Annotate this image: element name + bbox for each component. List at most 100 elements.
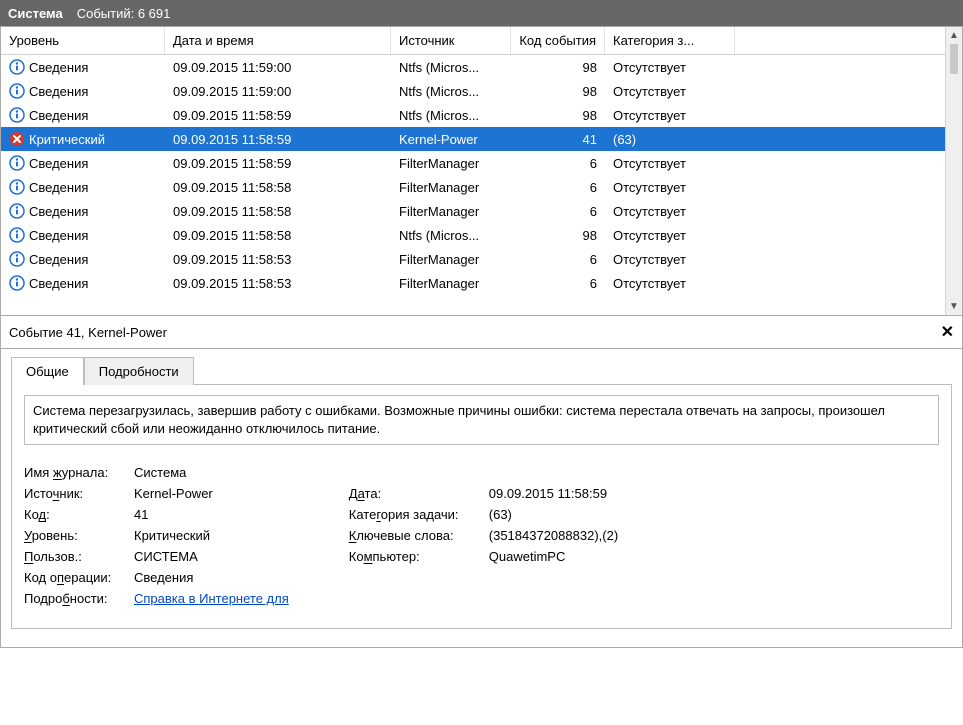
detail-body: Общие Подробности Система перезагрузилас… bbox=[0, 349, 963, 648]
cell-datetime: 09.09.2015 11:59:00 bbox=[165, 84, 391, 99]
cell-code: 6 bbox=[511, 204, 605, 219]
value-code: 41 bbox=[134, 507, 148, 522]
label-computer: Компьютер: bbox=[349, 549, 489, 564]
info-icon bbox=[9, 203, 25, 219]
value-date: 09.09.2015 11:58:59 bbox=[489, 486, 607, 501]
cell-level: Сведения bbox=[29, 108, 88, 123]
cell-category: Отсутствует bbox=[605, 204, 735, 219]
cell-datetime: 09.09.2015 11:58:53 bbox=[165, 252, 391, 267]
info-icon bbox=[9, 59, 25, 75]
scroll-down-arrow-icon[interactable]: ▼ bbox=[946, 298, 962, 315]
event-list: Уровень Дата и время Источник Код событи… bbox=[0, 26, 963, 316]
info-icon bbox=[9, 83, 25, 99]
cell-code: 98 bbox=[511, 60, 605, 75]
list-body: Сведения09.09.2015 11:59:00Ntfs (Micros.… bbox=[1, 55, 945, 295]
link-online-help[interactable]: Справка в Интернете для bbox=[134, 591, 289, 606]
value-keywords: (35184372088832),(2) bbox=[489, 528, 618, 543]
table-row[interactable]: Сведения 09.09.2015 11:58:59FilterManager… bbox=[1, 151, 945, 175]
cell-category: Отсутствует bbox=[605, 108, 735, 123]
info-icon bbox=[9, 107, 25, 123]
cell-level: Сведения bbox=[29, 276, 88, 291]
tab-general[interactable]: Общие bbox=[11, 357, 84, 385]
table-row[interactable]: Критический09.09.2015 11:58:59Kernel-Pow… bbox=[1, 127, 945, 151]
col-header-category[interactable]: Категория з... bbox=[605, 27, 735, 54]
table-row[interactable]: Сведения 09.09.2015 11:58:53FilterManager… bbox=[1, 247, 945, 271]
col-header-source[interactable]: Источник bbox=[391, 27, 511, 54]
label-date: Дата: bbox=[349, 486, 489, 501]
cell-category: Отсутствует bbox=[605, 228, 735, 243]
label-moreinfo: Подробности: bbox=[24, 591, 134, 606]
cell-category: Отсутствует bbox=[605, 180, 735, 195]
value-user: СИСТЕМА bbox=[134, 549, 198, 564]
cell-code: 6 bbox=[511, 180, 605, 195]
cell-datetime: 09.09.2015 11:58:59 bbox=[165, 132, 391, 147]
cell-datetime: 09.09.2015 11:58:58 bbox=[165, 180, 391, 195]
table-row[interactable]: Сведения09.09.2015 11:58:58FilterManager… bbox=[1, 199, 945, 223]
info-icon bbox=[9, 251, 25, 267]
vertical-scrollbar[interactable]: ▲ ▼ bbox=[945, 27, 962, 315]
cell-code: 41 bbox=[511, 132, 605, 147]
info-icon bbox=[9, 227, 25, 243]
titlebar-count: Событий: 6 691 bbox=[77, 6, 171, 21]
cell-source: FilterManager bbox=[391, 204, 511, 219]
cell-code: 98 bbox=[511, 108, 605, 123]
cell-code: 6 bbox=[511, 276, 605, 291]
cell-code: 98 bbox=[511, 84, 605, 99]
cell-source: Kernel-Power bbox=[391, 132, 511, 147]
info-icon bbox=[9, 275, 25, 291]
cell-category: (63) bbox=[605, 132, 735, 147]
table-row[interactable]: Сведения 09.09.2015 11:58:58FilterManager… bbox=[1, 175, 945, 199]
col-header-datetime[interactable]: Дата и время bbox=[165, 27, 391, 54]
label-level: Уровень: bbox=[24, 528, 134, 543]
scrollbar-thumb[interactable] bbox=[950, 44, 958, 74]
col-header-code[interactable]: Код события bbox=[511, 27, 605, 54]
cell-level: Сведения bbox=[29, 180, 88, 195]
label-keywords: Ключевые слова: bbox=[349, 528, 489, 543]
table-row[interactable]: Сведения09.09.2015 11:59:00Ntfs (Micros.… bbox=[1, 79, 945, 103]
close-icon[interactable]: ✕ bbox=[941, 322, 954, 342]
cell-datetime: 09.09.2015 11:58:58 bbox=[165, 204, 391, 219]
value-taskcat: (63) bbox=[489, 507, 512, 522]
value-source: Kernel-Power bbox=[134, 486, 213, 501]
cell-code: 98 bbox=[511, 228, 605, 243]
cell-source: FilterManager bbox=[391, 252, 511, 267]
table-row[interactable]: Сведения 09.09.2015 11:59:00Ntfs (Micros.… bbox=[1, 55, 945, 79]
cell-code: 6 bbox=[511, 252, 605, 267]
table-row[interactable]: Сведения09.09.2015 11:58:59Ntfs (Micros.… bbox=[1, 103, 945, 127]
info-icon bbox=[9, 155, 25, 171]
cell-category: Отсутствует bbox=[605, 84, 735, 99]
cell-source: Ntfs (Micros... bbox=[391, 228, 511, 243]
value-level: Критический bbox=[134, 528, 210, 543]
label-user: Пользов.: bbox=[24, 549, 134, 564]
table-row[interactable]: Сведения09.09.2015 11:58:58Ntfs (Micros.… bbox=[1, 223, 945, 247]
list-header: Уровень Дата и время Источник Код событи… bbox=[1, 27, 945, 55]
cell-level: Сведения bbox=[29, 156, 88, 171]
detail-header: Событие 41, Kernel-Power ✕ bbox=[0, 316, 963, 349]
value-logname: Система bbox=[134, 465, 186, 480]
titlebar-title: Система bbox=[8, 6, 63, 21]
scroll-up-arrow-icon[interactable]: ▲ bbox=[946, 27, 962, 44]
cell-datetime: 09.09.2015 11:58:53 bbox=[165, 276, 391, 291]
cell-source: FilterManager bbox=[391, 180, 511, 195]
col-header-level[interactable]: Уровень bbox=[1, 27, 165, 54]
cell-category: Отсутствует bbox=[605, 156, 735, 171]
titlebar: Система Событий: 6 691 bbox=[0, 0, 963, 26]
cell-level: Сведения bbox=[29, 252, 88, 267]
event-message: Система перезагрузилась, завершив работу… bbox=[24, 395, 939, 445]
critical-icon bbox=[9, 131, 25, 147]
cell-source: Ntfs (Micros... bbox=[391, 60, 511, 75]
tab-details[interactable]: Подробности bbox=[84, 357, 194, 385]
event-properties: Имя журнала:Система Источник:Kernel-Powe… bbox=[24, 459, 939, 612]
value-opcode: Сведения bbox=[134, 570, 193, 585]
cell-datetime: 09.09.2015 11:59:00 bbox=[165, 60, 391, 75]
cell-category: Отсутствует bbox=[605, 60, 735, 75]
label-opcode: Код операции: bbox=[24, 570, 134, 585]
cell-datetime: 09.09.2015 11:58:59 bbox=[165, 156, 391, 171]
cell-datetime: 09.09.2015 11:58:59 bbox=[165, 108, 391, 123]
table-row[interactable]: Сведения09.09.2015 11:58:53FilterManager… bbox=[1, 271, 945, 295]
label-taskcat: Категория задачи: bbox=[349, 507, 489, 522]
cell-source: Ntfs (Micros... bbox=[391, 84, 511, 99]
cell-source: FilterManager bbox=[391, 156, 511, 171]
info-icon bbox=[9, 179, 25, 195]
cell-level: Сведения bbox=[29, 60, 88, 75]
